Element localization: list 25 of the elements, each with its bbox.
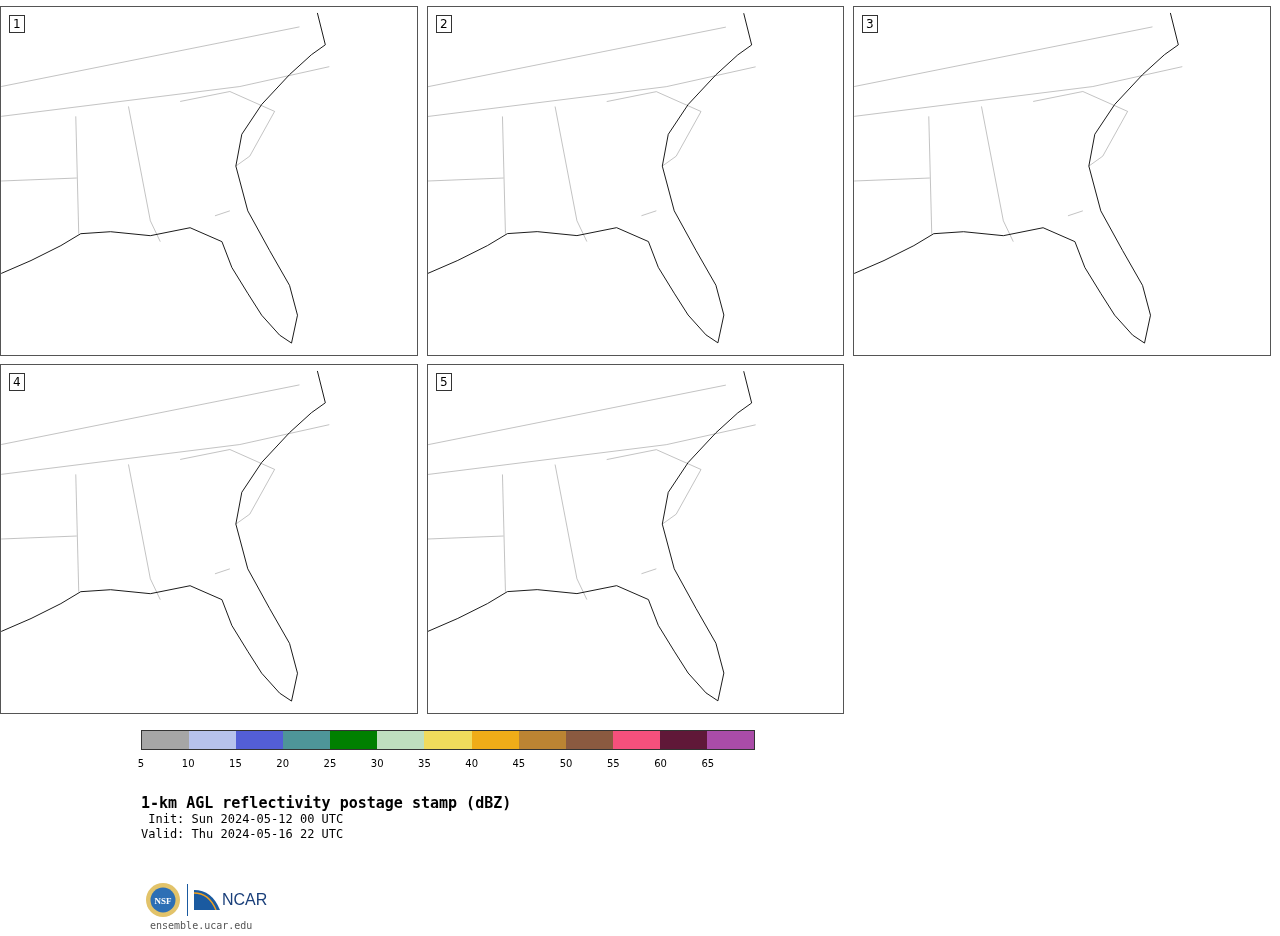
tick-label: 15 bbox=[229, 758, 242, 769]
tick-label: 25 bbox=[323, 758, 337, 769]
tick-label: 55 bbox=[607, 758, 620, 769]
panel-number: 2 bbox=[436, 15, 452, 33]
tick-label: 20 bbox=[276, 758, 290, 769]
valid-time: Valid: Thu 2024-05-16 22 UTC bbox=[141, 827, 345, 842]
tick-label: 10 bbox=[181, 758, 195, 769]
tick-label: 45 bbox=[512, 758, 526, 769]
figure-title: 1-km AGL reflectivity postage stamp (dBZ) bbox=[141, 794, 513, 812]
tick-label: 5 bbox=[137, 758, 145, 769]
tick-label: 35 bbox=[418, 758, 431, 769]
nsf-logo-icon: NSF bbox=[145, 882, 181, 918]
tick-label: 50 bbox=[559, 758, 573, 769]
panel-number: 4 bbox=[9, 373, 25, 391]
swoosh-icon bbox=[194, 890, 220, 910]
panel-number: 1 bbox=[9, 15, 25, 33]
panel-number: 3 bbox=[862, 15, 878, 33]
website-url: ensemble.ucar.edu bbox=[149, 920, 254, 931]
tick-label: 60 bbox=[654, 758, 667, 769]
init-time: Init: Sun 2024-05-12 00 UTC bbox=[147, 812, 345, 827]
panel-number: 5 bbox=[436, 373, 452, 391]
ncar-logo: NCAR bbox=[222, 891, 268, 909]
tick-label: 65 bbox=[701, 758, 715, 769]
tick-label: 30 bbox=[370, 758, 384, 769]
tick-label: 40 bbox=[465, 758, 478, 769]
